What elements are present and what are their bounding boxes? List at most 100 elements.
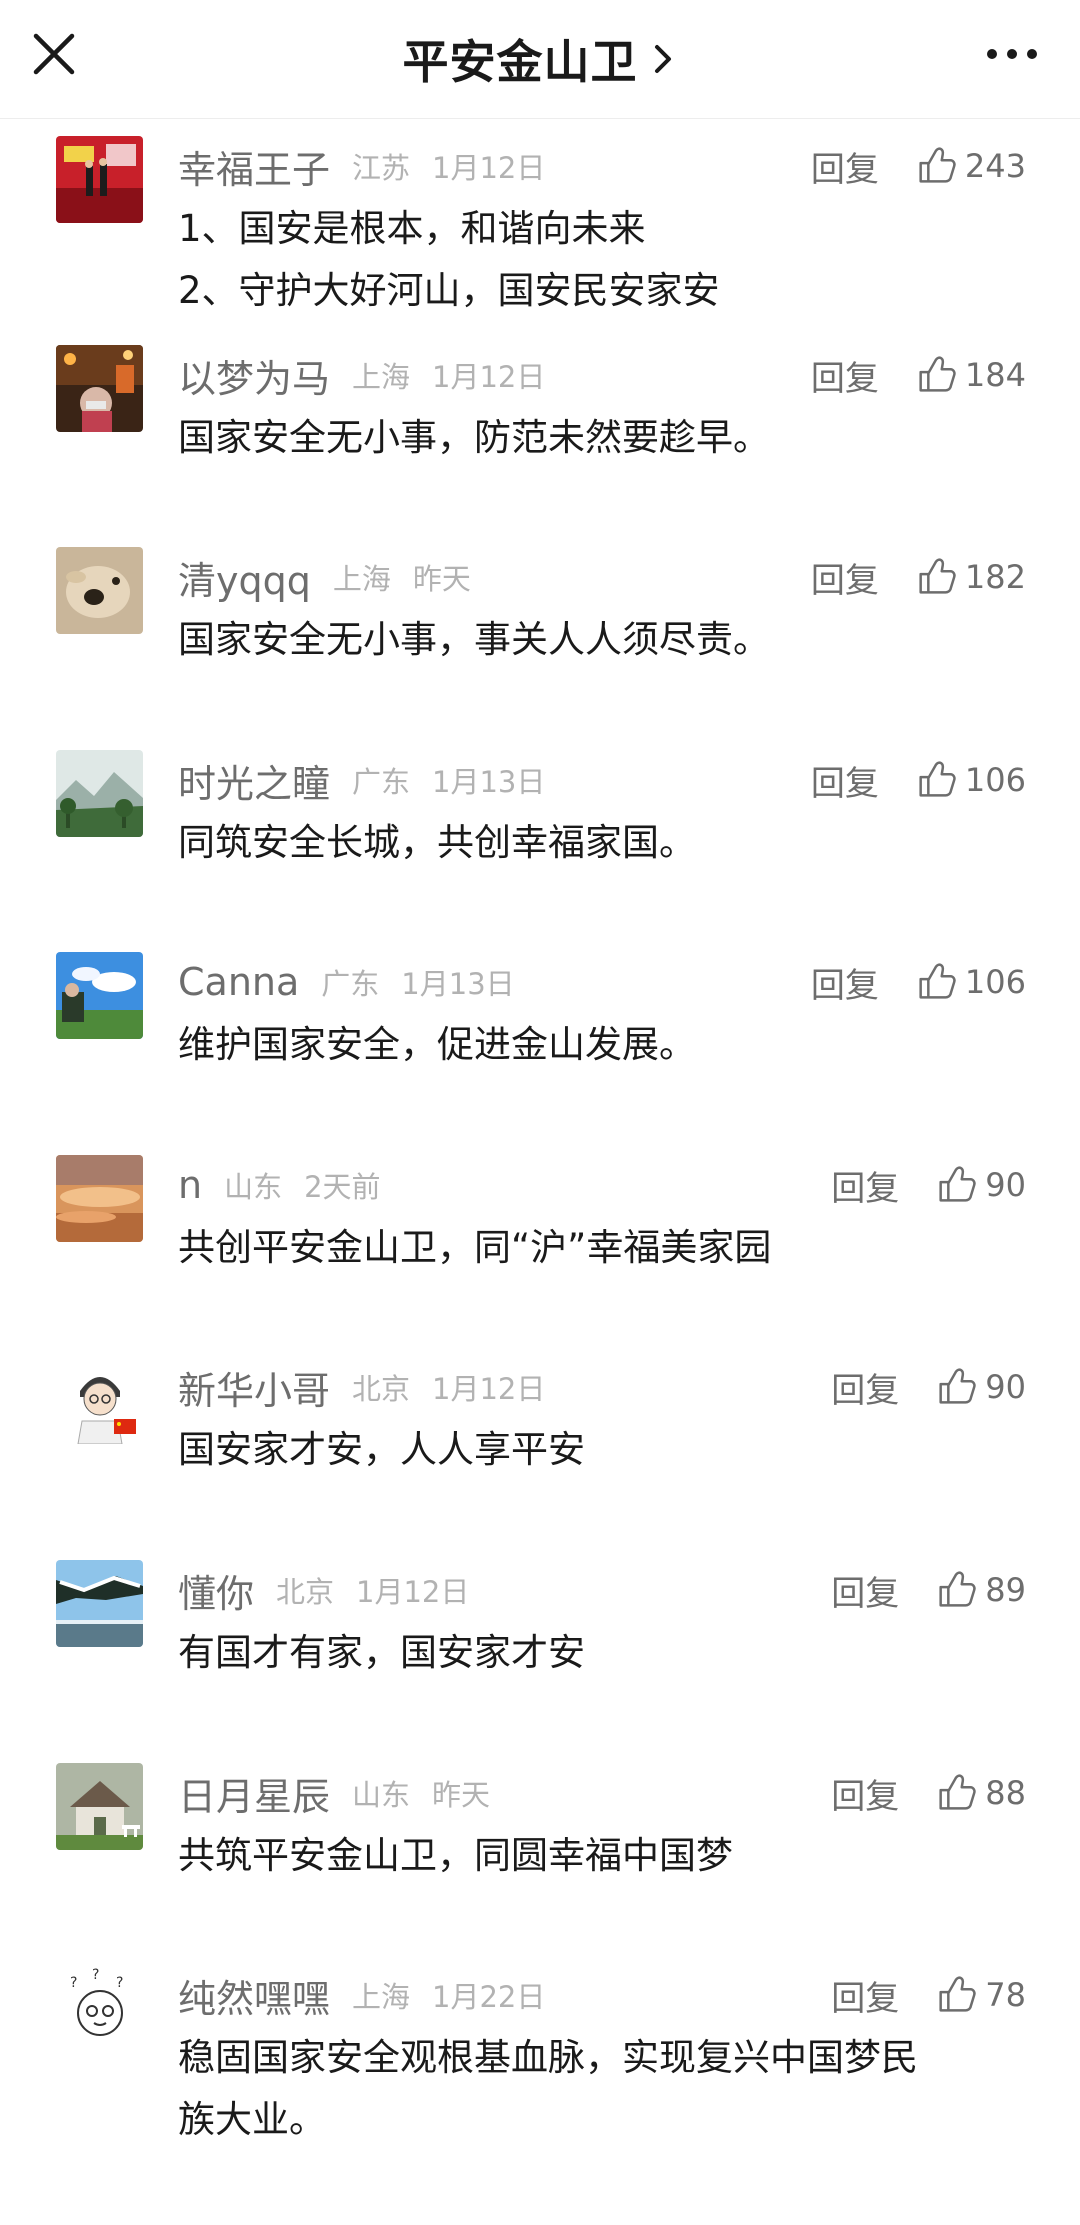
comment-actions: 回复 78 [831, 1965, 1026, 2025]
comment-line: 国家安全无小事，事关人人须尽责。 [178, 618, 770, 661]
commenter-location: 山东 [352, 1778, 411, 1812]
thumbs-up-icon [939, 1976, 976, 2012]
reply-button[interactable]: 回复 [831, 1566, 899, 1615]
comment-actions: 回复 90 [831, 1357, 1026, 1417]
commenter-name[interactable]: 纯然嘿嘿 [178, 1968, 330, 2023]
close-button[interactable] [26, 26, 82, 82]
reply-button[interactable]: 回复 [831, 1971, 899, 2020]
commenter-name[interactable]: 清yqqq [178, 550, 311, 605]
commenter-location: 江苏 [352, 151, 411, 185]
comment-line: 共创平安金山卫，同“沪”幸福美家园 [178, 1226, 772, 1269]
svg-text:?: ? [70, 1975, 77, 1991]
avatar[interactable] [56, 1155, 143, 1242]
more-dots-icon [987, 49, 1037, 59]
like-count: 243 [964, 147, 1026, 185]
comment-date: 昨天 [432, 1778, 491, 1812]
commenter-name[interactable]: 以梦为马 [178, 348, 330, 403]
reply-button[interactable]: 回复 [811, 958, 879, 1007]
comment-date: 1月22日 [432, 1980, 546, 2014]
comment-meta: 清yqqq 上海 昨天 [178, 547, 471, 607]
like-button[interactable]: 106 [913, 959, 1026, 1005]
reply-button[interactable]: 回复 [831, 1769, 899, 1818]
comment-line: 族大业。 [178, 2098, 326, 2141]
comment-meta: 幸福王子 江苏 1月12日 [178, 136, 545, 196]
avatar-night-street-portrait [56, 345, 143, 432]
reply-button[interactable]: 回复 [831, 1161, 899, 1210]
like-button[interactable]: 90 [933, 1162, 1026, 1208]
comment-meta: n 山东 2天前 [178, 1155, 381, 1215]
reply-button[interactable]: 回复 [831, 1363, 899, 1412]
comment-line: 1、国安是根本，和谐向未来 [178, 207, 646, 250]
like-count: 90 [985, 1368, 1026, 1406]
commenter-name[interactable]: 新华小哥 [178, 1360, 330, 1415]
avatar[interactable] [56, 136, 143, 223]
comment-line: 共筑平安金山卫，同圆幸福中国梦 [178, 1834, 733, 1877]
comment-meta: 日月星辰 山东 昨天 [178, 1763, 490, 1823]
account-title-link[interactable]: 平安金山卫 [403, 26, 678, 92]
commenter-name[interactable]: 幸福王子 [178, 139, 330, 194]
like-button[interactable]: 182 [913, 554, 1026, 600]
like-button[interactable]: 78 [933, 1972, 1026, 2018]
comment-text: 同筑安全长城，共创幸福家国。 [178, 812, 1008, 874]
comment-actions: 回复 182 [811, 547, 1026, 607]
comment-line: 国家安全无小事，防范未然要趁早。 [178, 416, 770, 459]
comment-meta: 新华小哥 北京 1月12日 [178, 1357, 545, 1417]
like-count: 78 [985, 1976, 1026, 2014]
reply-button[interactable]: 回复 [811, 553, 879, 602]
like-count: 106 [964, 963, 1026, 1001]
like-count: 182 [964, 558, 1026, 596]
svg-text:?: ? [116, 1975, 123, 1991]
commenter-name[interactable]: Canna [178, 960, 299, 1004]
commenter-location: 上海 [332, 562, 391, 596]
like-button[interactable]: 90 [933, 1364, 1026, 1410]
comment-actions: 回复 184 [811, 345, 1026, 405]
comment-meta: 纯然嘿嘿 上海 1月22日 [178, 1965, 545, 2025]
avatar-snowy-pine [56, 1560, 143, 1647]
comment-line: 同筑安全长城，共创幸福家国。 [178, 821, 696, 864]
comment-meta: 以梦为马 上海 1月12日 [178, 345, 545, 405]
close-icon [33, 33, 75, 75]
avatar-sunset-sky [56, 1155, 143, 1242]
thumbs-up-icon [919, 147, 956, 183]
avatar[interactable] [56, 750, 143, 837]
comment-meta: 懂你 北京 1月12日 [178, 1560, 469, 1620]
thumbs-up-icon [919, 963, 956, 999]
comment-text: 国安家才安，人人享平安 [178, 1419, 1008, 1481]
avatar[interactable] [56, 1357, 143, 1444]
reply-button[interactable]: 回复 [811, 756, 879, 805]
like-button[interactable]: 106 [913, 757, 1026, 803]
like-button[interactable]: 88 [933, 1770, 1026, 1816]
comment-actions: 回复 106 [811, 952, 1026, 1012]
thumbs-up-icon [939, 1774, 976, 1810]
comment-date: 1月12日 [432, 1372, 546, 1406]
comment-text: 国家安全无小事，事关人人须尽责。 [178, 609, 1008, 671]
avatar[interactable] [56, 952, 143, 1039]
avatar[interactable] [56, 1560, 143, 1647]
like-button[interactable]: 243 [913, 143, 1026, 189]
thumbs-up-icon [939, 1571, 976, 1607]
avatar[interactable] [56, 547, 143, 634]
avatar[interactable] [56, 345, 143, 432]
avatar[interactable] [56, 1763, 143, 1850]
like-count: 184 [964, 356, 1026, 394]
comment-line: 稳固国家安全观根基血脉，实现复兴中国梦民 [178, 2036, 918, 2079]
commenter-name[interactable]: 日月星辰 [178, 1766, 330, 1821]
avatar[interactable]: ??? [56, 1965, 143, 2052]
commenter-location: 广东 [352, 765, 411, 799]
more-button[interactable] [982, 34, 1042, 74]
comment-actions: 回复 90 [831, 1155, 1026, 1215]
like-button[interactable]: 184 [913, 352, 1026, 398]
commenter-location: 北京 [352, 1372, 411, 1406]
avatar-cottage [56, 1763, 143, 1850]
svg-text:?: ? [92, 1967, 99, 1983]
avatar-blue-sky [56, 952, 143, 1039]
reply-button[interactable]: 回复 [811, 351, 879, 400]
comment-text: 1、国安是根本，和谐向未来 2、守护大好河山，国安民安家安 [178, 198, 1008, 322]
comment-line: 有国才有家，国安家才安 [178, 1631, 585, 1674]
reply-button[interactable]: 回复 [811, 142, 879, 191]
like-count: 88 [985, 1774, 1026, 1812]
commenter-name[interactable]: n [178, 1163, 202, 1207]
like-button[interactable]: 89 [933, 1567, 1026, 1613]
commenter-name[interactable]: 懂你 [178, 1563, 254, 1618]
commenter-name[interactable]: 时光之瞳 [178, 753, 330, 808]
